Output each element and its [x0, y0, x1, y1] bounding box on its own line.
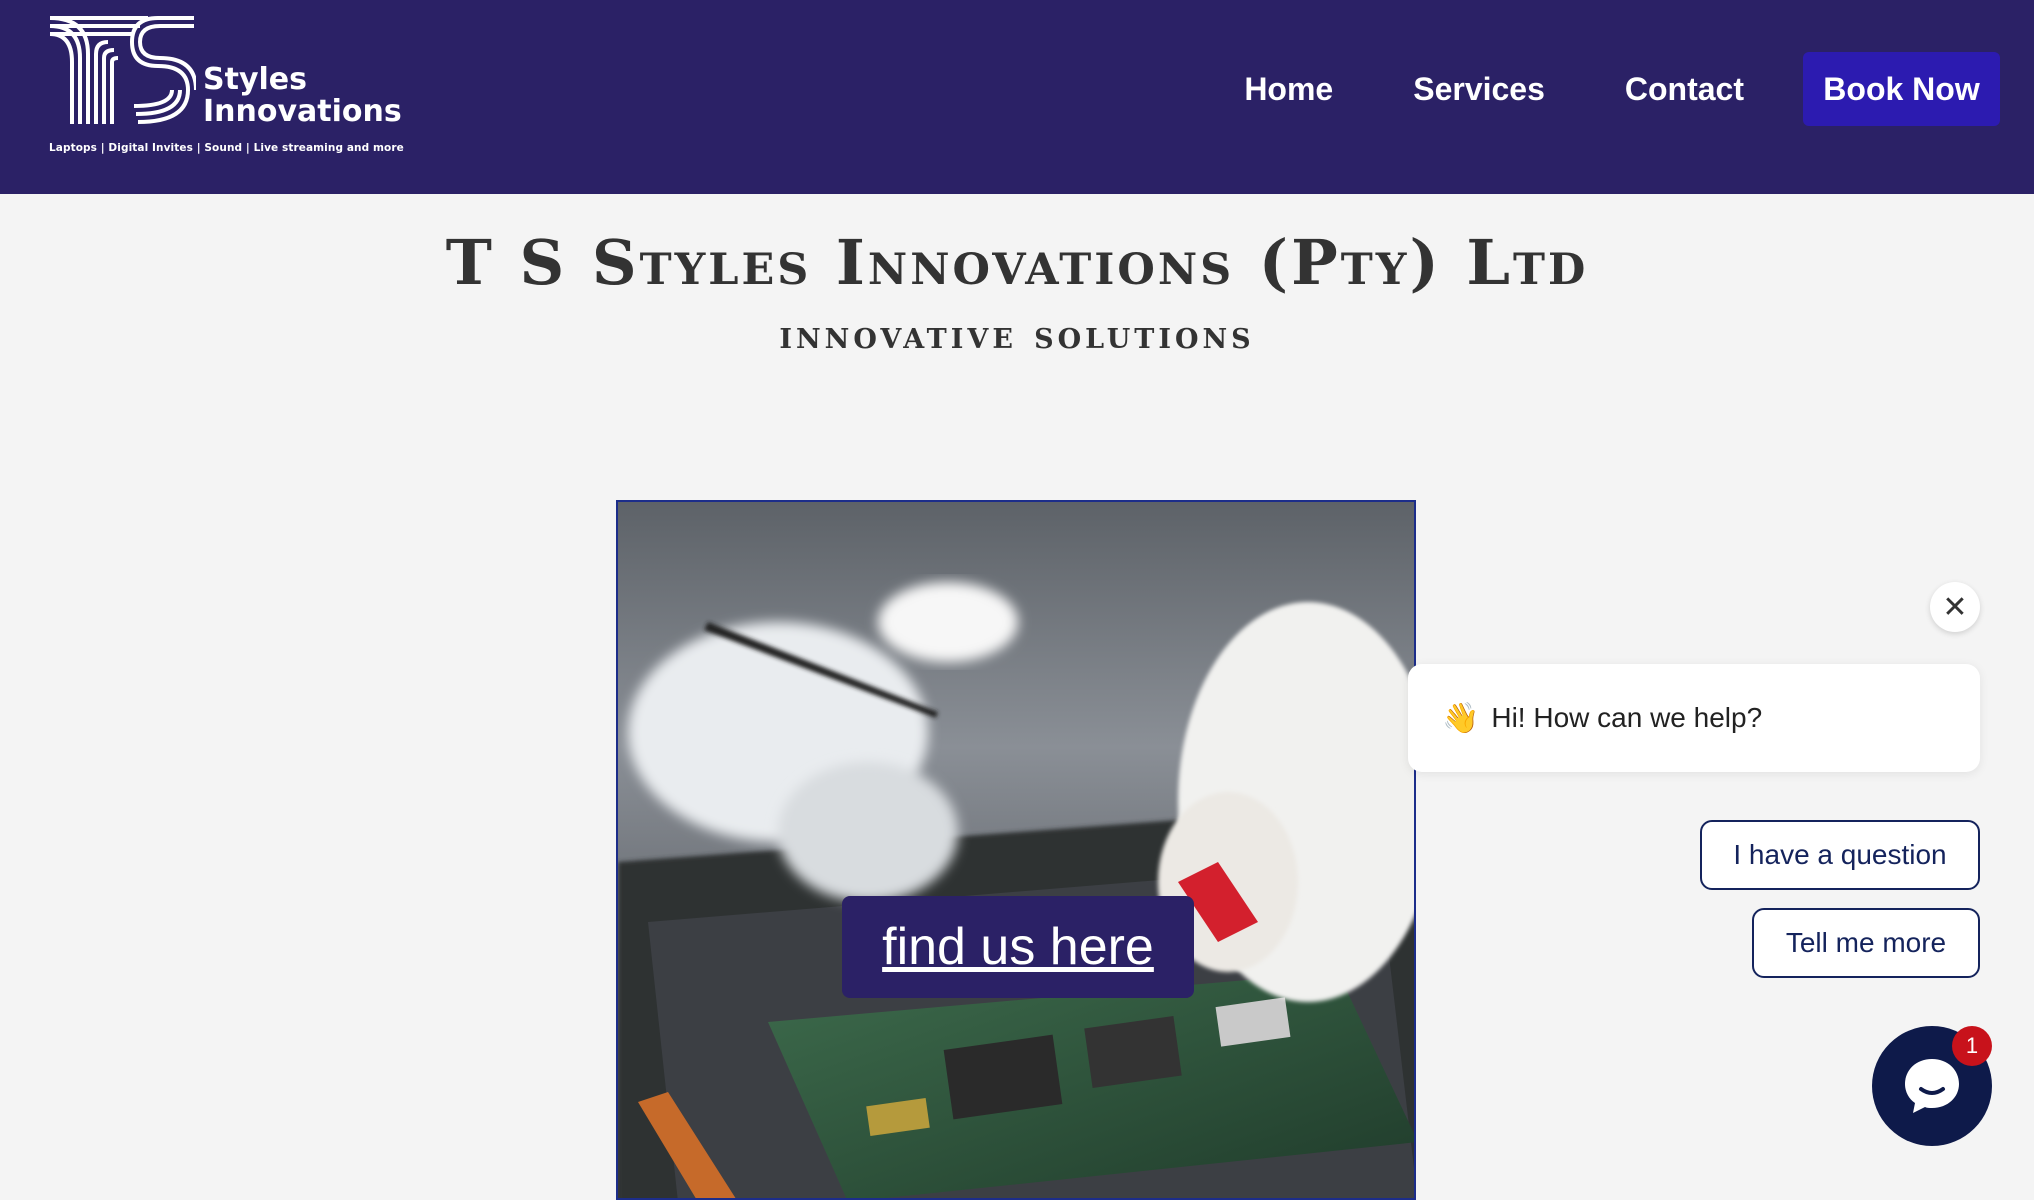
hero-image-frame: find us here	[616, 500, 1416, 1200]
logo-name-line1: Styles	[203, 62, 307, 97]
nav-home[interactable]: Home	[1244, 52, 1333, 126]
chat-close-button[interactable]: ✕	[1930, 582, 1980, 632]
quick-reply-question[interactable]: I have a question	[1700, 820, 1980, 890]
unread-badge: 1	[1952, 1026, 1992, 1066]
chat-bubble-icon	[1905, 1059, 1959, 1113]
find-us-here-button[interactable]: find us here	[842, 896, 1194, 998]
site-header: Styles Innovations Laptops | Digital Inv…	[0, 0, 2034, 194]
logo-mark-icon	[49, 16, 196, 124]
chat-greeting-text: Hi! How can we help?	[1491, 702, 1763, 733]
logo-name-line2: Innovations	[203, 94, 402, 129]
logo-tagline: Laptops | Digital Invites | Sound | Live…	[49, 142, 404, 154]
chat-greeting-bubble: 👋 Hi! How can we help?	[1408, 664, 1980, 772]
waving-hand-icon: 👋	[1442, 700, 1480, 736]
page-subtitle: innovative solutions	[779, 312, 1255, 357]
laptop-repair-photo-icon	[618, 502, 1414, 1198]
logo-wordmark: Styles Innovations	[203, 64, 402, 128]
nav-contact[interactable]: Contact	[1625, 52, 1744, 126]
page-title: T S Styles Innovations (Pty) Ltd	[445, 226, 1589, 299]
close-icon: ✕	[1942, 589, 1968, 625]
quick-reply-tell-more[interactable]: Tell me more	[1752, 908, 1980, 978]
main-nav: Home Services Contact Book Now	[1244, 52, 2000, 126]
book-now-button[interactable]: Book Now	[1803, 52, 2000, 126]
nav-services[interactable]: Services	[1413, 52, 1545, 126]
